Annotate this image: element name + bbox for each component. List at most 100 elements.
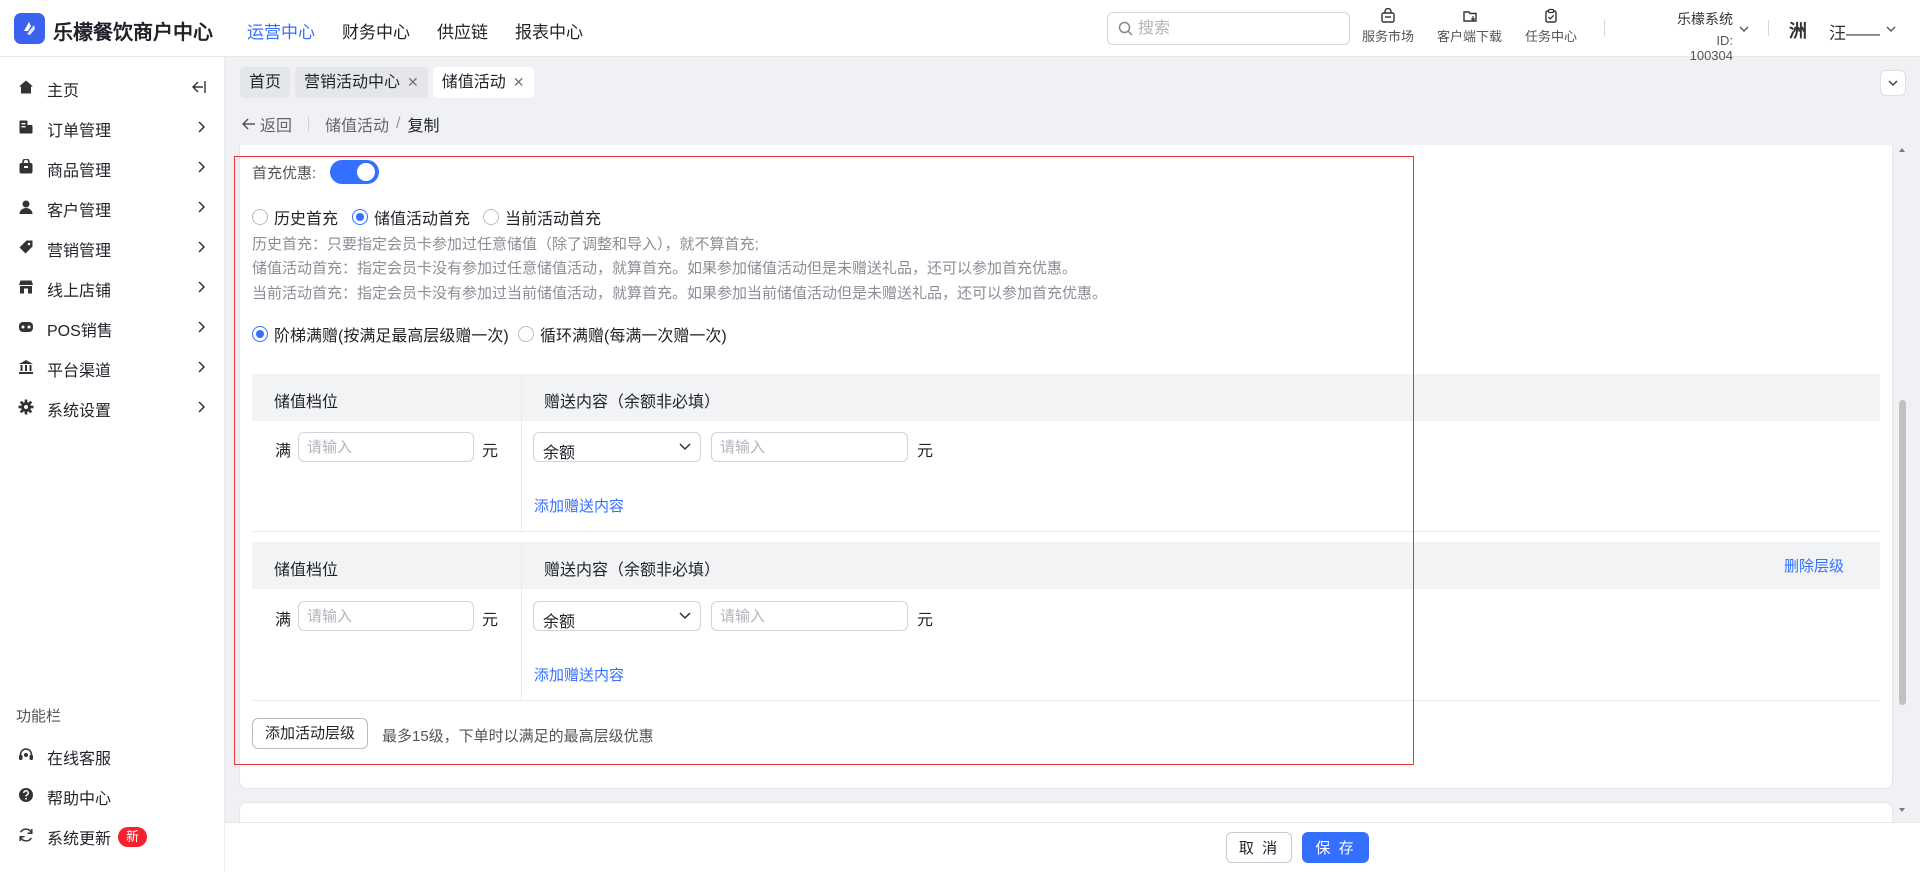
scrollbar[interactable] (1897, 145, 1907, 815)
chevron-down-icon[interactable] (1886, 24, 1896, 34)
radio-label: 循环满赠(每满一次赠一次) (540, 328, 727, 345)
sidebar-tool-help-center[interactable]: 帮助中心 (0, 775, 225, 815)
save-button[interactable]: 保 存 (1302, 832, 1369, 863)
first-recharge-label: 首充优惠: (252, 165, 317, 182)
tier-amount-field[interactable] (307, 437, 465, 457)
logo-icon (24, 22, 35, 35)
top-bar: 乐檬餐饮商户中心 运营中心 财务中心 供应链 报表中心 服务市场 客户端下载 (0, 0, 1920, 63)
tier-header: 储值档位 赠送内容（余额非必填） 删除层级 (252, 542, 1880, 589)
tag-icon (19, 240, 33, 254)
column-gift: 赠送内容（余额非必填） (544, 394, 721, 411)
first-recharge-toggle[interactable] (330, 160, 379, 184)
tool-service-market-label: 服务市场 (1362, 29, 1415, 44)
gift-amount-input[interactable] (711, 601, 908, 631)
close-icon[interactable]: ✕ (407, 67, 419, 98)
tab-home[interactable]: 首页 (240, 67, 291, 98)
add-gift-link[interactable]: 添加赠送内容 (534, 495, 624, 516)
topnav-reports[interactable]: 报表中心 (515, 18, 583, 43)
add-gift-link[interactable]: 添加赠送内容 (534, 664, 624, 685)
chevron-right-icon (198, 161, 206, 173)
tool-task-center[interactable]: 任务中心 (1525, 8, 1577, 45)
radio-circle (252, 209, 268, 225)
column-gift: 赠送内容（余额非必填） (544, 562, 721, 579)
scroll-up-icon[interactable] (1897, 145, 1907, 155)
radio-ladder-gift[interactable]: 阶梯满赠(按满足最高层级赠一次) (252, 322, 509, 346)
radio-stored-value-first[interactable]: 储值活动首充 (352, 205, 470, 229)
unit-label: 元 (482, 443, 499, 460)
topnav-operations[interactable]: 运营中心 (247, 18, 315, 43)
column-tier: 储值档位 (274, 562, 339, 579)
radio-current-first[interactable]: 当前活动首充 (483, 205, 601, 229)
sidebar-item-label: 系统设置 (47, 403, 112, 420)
sidebar-tool-system-update[interactable]: 系统更新 新 (0, 815, 225, 855)
chevron-right-icon (198, 321, 206, 333)
sidebar-item-goods[interactable]: 商品管理 (0, 147, 225, 187)
radio-history-first[interactable]: 历史首充 (252, 205, 338, 229)
breadcrumb-current: 复制 (407, 118, 440, 135)
topnav-finance[interactable]: 财务中心 (342, 18, 410, 43)
top-nav: 运营中心 财务中心 供应链 报表中心 (247, 18, 583, 43)
sidebar-item-customers[interactable]: 客户管理 (0, 187, 225, 227)
divider (308, 117, 310, 131)
tabs-dropdown-button[interactable] (1880, 70, 1906, 96)
sidebar-item-label: 系统更新 (47, 831, 112, 848)
cancel-button[interactable]: 取 消 (1226, 832, 1292, 863)
tier-amount-field[interactable] (307, 606, 465, 626)
add-tier-button[interactable]: 添加活动层级 (252, 718, 369, 749)
avatar[interactable]: 洲 (1789, 17, 1811, 42)
unit-label: 元 (482, 612, 499, 629)
app-logo[interactable] (14, 13, 45, 44)
store-icon (1381, 8, 1395, 23)
sidebar-item-pos[interactable]: POS销售 (0, 307, 225, 347)
tier-amount-input[interactable] (298, 432, 474, 462)
row-divider (252, 531, 1880, 532)
radio-cycle-gift[interactable]: 循环满赠(每满一次赠一次) (518, 322, 727, 346)
sidebar-item-settings[interactable]: 系统设置 (0, 387, 225, 427)
chevron-down-icon[interactable] (1739, 24, 1749, 34)
search-box[interactable] (1107, 12, 1350, 45)
search-input[interactable] (1138, 16, 1338, 41)
gift-type-select[interactable]: 余额 (533, 601, 701, 631)
account-switcher[interactable]: 乐檬系统 ID: 100304 (1673, 9, 1733, 63)
sidebar-tool-customer-service[interactable]: 在线客服 (0, 735, 225, 775)
tab-marketing-center[interactable]: 营销活动中心 ✕ (295, 67, 428, 98)
help-text-current: 当前活动首充：指定会员卡没有参加过当前储值活动，就算首充。如果参加当前储值活动但… (252, 285, 1108, 302)
sidebar-item-home[interactable]: 主页 (0, 67, 225, 107)
home-icon (19, 80, 33, 94)
gift-amount-field[interactable] (720, 437, 899, 457)
radio-label: 历史首充 (274, 211, 339, 228)
full-label: 满 (275, 443, 292, 460)
help-icon (19, 788, 33, 802)
topnav-supply-chain[interactable]: 供应链 (437, 18, 488, 43)
delete-tier-link[interactable]: 删除层级 (1784, 555, 1844, 576)
chevron-right-icon (198, 361, 206, 373)
gift-amount-input[interactable] (711, 432, 908, 462)
task-icon (1545, 8, 1557, 23)
user-name[interactable]: 汪—— (1829, 19, 1880, 44)
gift-type-select[interactable]: 余额 (533, 432, 701, 462)
sidebar-item-marketing[interactable]: 营销管理 (0, 227, 225, 267)
radio-label: 当前活动首充 (505, 211, 602, 228)
collapse-sidebar-icon[interactable] (191, 80, 206, 94)
breadcrumb-parent[interactable]: 储值活动 (325, 112, 389, 136)
tool-client-download[interactable]: 客户端下载 (1437, 8, 1502, 45)
column-divider (521, 374, 522, 532)
scroll-down-icon[interactable] (1897, 805, 1907, 815)
tier-amount-input[interactable] (298, 601, 474, 631)
close-icon[interactable]: ✕ (513, 67, 525, 98)
chevron-right-icon (198, 281, 206, 293)
tab-stored-value[interactable]: 储值活动 ✕ (432, 67, 534, 98)
scrollbar-thumb[interactable] (1899, 400, 1906, 705)
sidebar-item-channels[interactable]: 平台渠道 (0, 347, 225, 387)
goods-icon (19, 159, 33, 174)
tool-service-market[interactable]: 服务市场 (1362, 8, 1414, 45)
unit-label: 元 (917, 612, 934, 629)
help-text-stored-value: 储值活动首充：指定会员卡没有参加过任意储值活动，就算首充。如果参加储值活动但是未… (252, 260, 1078, 277)
gift-amount-field[interactable] (720, 606, 899, 626)
back-button[interactable]: 返回 (242, 112, 292, 136)
sidebar-item-online-store[interactable]: 线上店铺 (0, 267, 225, 307)
chevron-right-icon (198, 401, 206, 413)
sidebar-item-orders[interactable]: 订单管理 (0, 107, 225, 147)
pos-icon (19, 322, 33, 332)
gift-type-value: 余额 (543, 445, 576, 462)
